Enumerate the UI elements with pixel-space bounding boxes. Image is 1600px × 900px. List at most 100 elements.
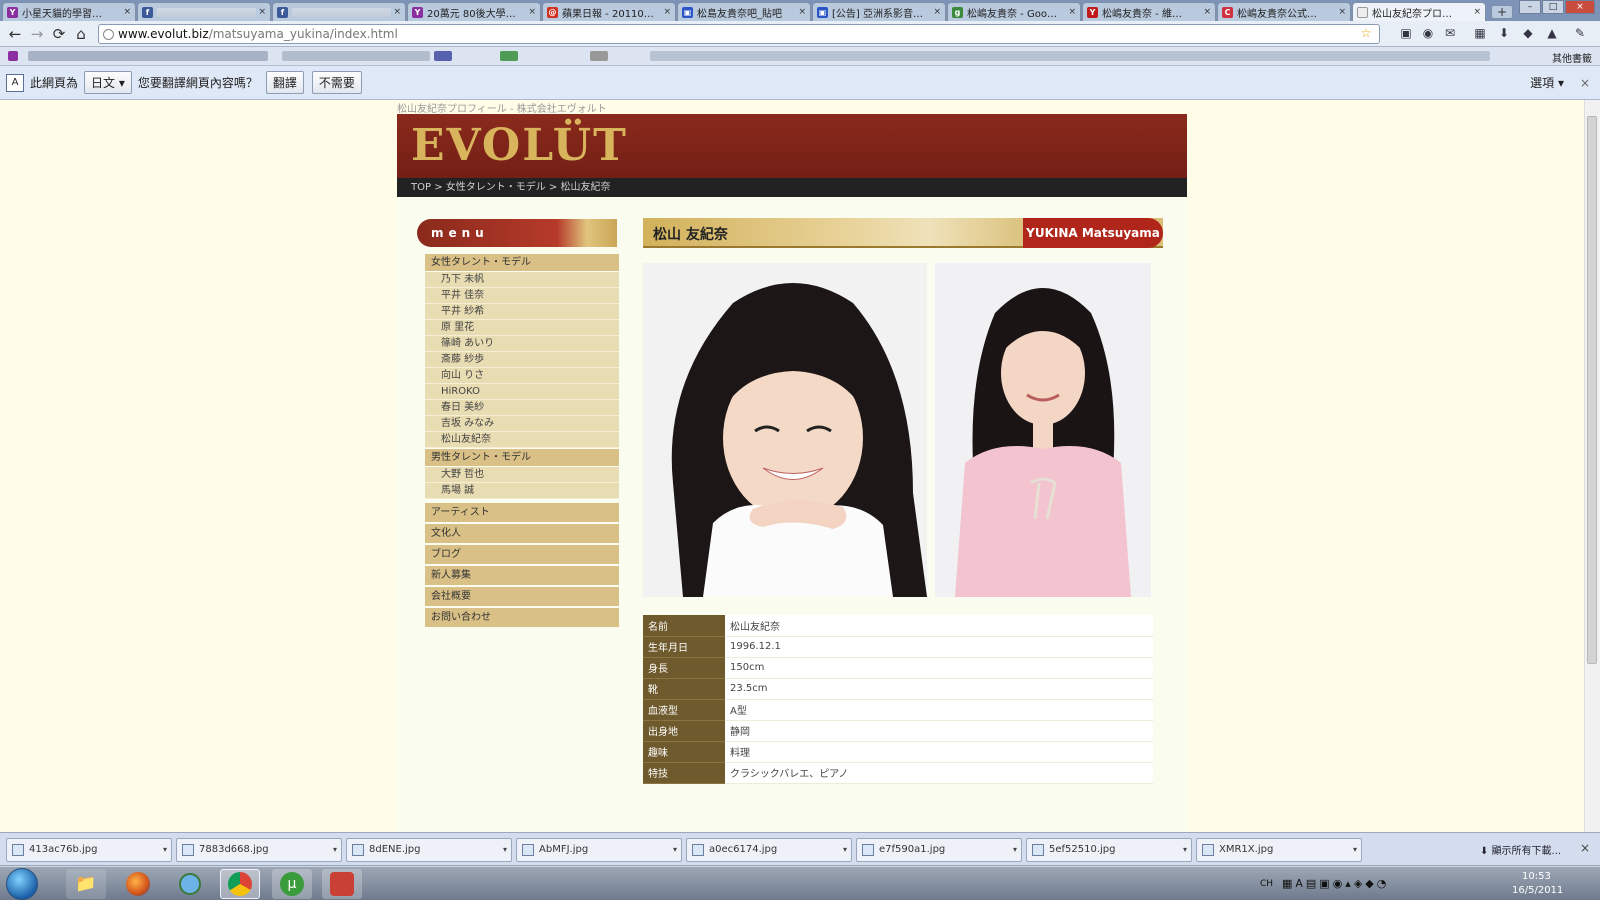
browser-tab[interactable]: ▣ 松島友貴奈吧_貼吧 ×	[677, 2, 811, 21]
close-tab-icon[interactable]: ×	[1068, 7, 1076, 17]
menu-item-talent[interactable]: 春日 美紗	[425, 400, 619, 416]
menu-item-talent[interactable]: 向山 りさ	[425, 368, 619, 384]
menu-item-talent[interactable]: 吉坂 みなみ	[425, 416, 619, 432]
close-tab-icon[interactable]: ×	[933, 7, 941, 17]
ime-indicator[interactable]: CH	[1260, 879, 1273, 889]
bookmark-item[interactable]	[650, 51, 1490, 61]
extension-icon[interactable]: ◆	[1520, 25, 1536, 41]
menu-item-talent[interactable]: 斎藤 紗歩	[425, 352, 619, 368]
chevron-down-icon[interactable]: ▾	[1013, 839, 1017, 861]
chevron-down-icon[interactable]: ▾	[843, 839, 847, 861]
browser-tab[interactable]: g 松嶋友貴奈 - Goo… ×	[947, 2, 1081, 21]
new-tab-button[interactable]: +	[1491, 5, 1513, 19]
chevron-down-icon[interactable]: ▾	[1353, 839, 1357, 861]
wrench-icon[interactable]: ✎	[1572, 25, 1588, 41]
translate-extension-icon[interactable]: ▣	[1398, 25, 1414, 41]
bookmark-star-icon[interactable]: ☆	[1358, 25, 1374, 41]
download-item[interactable]: a0ec6174.jpg ▾	[686, 838, 852, 862]
extension-icon[interactable]: ◉	[1420, 25, 1436, 41]
translate-button[interactable]: 翻譯	[265, 71, 304, 94]
close-tab-icon[interactable]: ×	[663, 7, 671, 17]
close-tab-icon[interactable]: ×	[1473, 7, 1481, 17]
browser-tab[interactable]: Y 松嶋友貴奈 - 維… ×	[1082, 2, 1216, 21]
download-item[interactable]: 5ef52510.jpg ▾	[1026, 838, 1192, 862]
clock-date[interactable]: 16/5/2011	[1512, 885, 1563, 896]
download-icon[interactable]: ⬇	[1496, 25, 1512, 41]
menu-item-talent[interactable]: 馬場 誠	[425, 483, 619, 499]
browser-tab[interactable]: f ×	[272, 2, 406, 21]
menu-link[interactable]: 会社概要	[425, 587, 619, 606]
explorer-icon[interactable]: 📁	[66, 869, 106, 899]
translate-options-menu[interactable]: 選項 ▾	[1530, 74, 1564, 91]
browser-tab[interactable]: 松山友紀奈プロ… ×	[1352, 2, 1486, 21]
download-item[interactable]: 8dENE.jpg ▾	[346, 838, 512, 862]
extension-icon[interactable]: ▲	[1544, 25, 1560, 41]
other-bookmarks[interactable]: 其他書籤	[1552, 50, 1592, 65]
browser-tab[interactable]: ▣ [公告] 亞洲系影音… ×	[812, 2, 946, 21]
menu-item-talent[interactable]: 平井 佳奈	[425, 288, 619, 304]
address-bar[interactable]: www.evolut.biz/matsuyama_yukina/index.ht…	[98, 24, 1380, 44]
start-button[interactable]	[6, 868, 38, 900]
reload-icon[interactable]: ⟳	[50, 25, 68, 43]
close-tab-icon[interactable]: ×	[528, 7, 536, 17]
utorrent-icon[interactable]: µ	[272, 869, 312, 899]
browser-tab[interactable]: f ×	[137, 2, 271, 21]
home-icon[interactable]: ⌂	[72, 25, 90, 43]
close-tab-icon[interactable]: ×	[123, 7, 131, 17]
network-app-icon[interactable]	[170, 869, 210, 899]
chrome-icon[interactable]	[220, 869, 260, 899]
close-tab-icon[interactable]: ×	[1338, 7, 1346, 17]
bookmark-item[interactable]	[8, 51, 18, 61]
bookmark-item[interactable]	[590, 51, 608, 61]
back-icon[interactable]: ←	[6, 25, 24, 43]
menu-item-talent[interactable]: 大野 哲也	[425, 467, 619, 483]
close-tab-icon[interactable]: ×	[393, 7, 401, 17]
bookmark-item[interactable]	[434, 51, 452, 61]
menu-item-talent[interactable]: 平井 紗希	[425, 304, 619, 320]
language-select[interactable]: 日文 ▾	[84, 71, 132, 94]
chevron-down-icon[interactable]: ▾	[673, 839, 677, 861]
close-tab-icon[interactable]: ×	[258, 7, 266, 17]
close-window-button[interactable]: ×	[1565, 0, 1595, 14]
download-item[interactable]: AbMFJ.jpg ▾	[516, 838, 682, 862]
browser-tab[interactable]: Y 20萬元 80後大學… ×	[407, 2, 541, 21]
menu-link[interactable]: アーティスト	[425, 503, 619, 522]
menu-item-talent[interactable]: 篠崎 あいり	[425, 336, 619, 352]
firefox-icon[interactable]	[118, 869, 158, 899]
minimize-button[interactable]: –	[1519, 0, 1541, 14]
clock-time[interactable]: 10:53	[1522, 871, 1551, 882]
menu-item-talent[interactable]: 松山友紀奈	[425, 432, 619, 448]
tray-icons[interactable]: ▦A▤▣◉▴◈◆◔	[1282, 877, 1389, 890]
chevron-down-icon[interactable]: ▾	[163, 839, 167, 861]
bookmark-item[interactable]	[500, 51, 518, 61]
browser-tab[interactable]: @ 蘋果日報 - 20110… ×	[542, 2, 676, 21]
breadcrumb[interactable]: TOP > 女性タレント・モデル > 松山友紀奈	[397, 178, 1187, 197]
scrollbar-thumb[interactable]	[1587, 116, 1597, 664]
page-info-icon[interactable]	[103, 28, 114, 40]
bookmark-item[interactable]	[282, 51, 430, 61]
decline-translate-button[interactable]: 不需要	[311, 71, 362, 94]
close-download-shelf-icon[interactable]: ×	[1580, 841, 1590, 855]
chevron-down-icon[interactable]: ▾	[1183, 839, 1187, 861]
menu-item-talent[interactable]: HiROKO	[425, 384, 619, 400]
extension-icon[interactable]: ▦	[1472, 25, 1488, 41]
maximize-button[interactable]: □	[1542, 0, 1564, 14]
media-app-icon[interactable]	[322, 869, 362, 899]
download-item[interactable]: XMR1X.jpg ▾	[1196, 838, 1362, 862]
menu-item-talent[interactable]: 乃下 未帆	[425, 272, 619, 288]
close-tab-icon[interactable]: ×	[798, 7, 806, 17]
chevron-down-icon[interactable]: ▾	[503, 839, 507, 861]
browser-tab[interactable]: C 松嶋友貴奈公式… ×	[1217, 2, 1351, 21]
menu-category-female-talent[interactable]: 女性タレント・モデル	[425, 254, 619, 271]
evolut-logo[interactable]: EVOLÜT	[411, 120, 628, 171]
menu-link[interactable]: ブログ	[425, 545, 619, 564]
show-all-downloads-link[interactable]: ⬇ 顯示所有下載...	[1480, 842, 1561, 857]
forward-icon[interactable]: →	[28, 25, 46, 43]
browser-tab[interactable]: Y 小星天貓的學習… ×	[2, 2, 136, 21]
menu-item-talent[interactable]: 原 里花	[425, 320, 619, 336]
chevron-down-icon[interactable]: ▾	[333, 839, 337, 861]
menu-link[interactable]: 新人募集	[425, 566, 619, 585]
bookmark-item[interactable]	[28, 51, 268, 61]
download-item[interactable]: 7883d668.jpg ▾	[176, 838, 342, 862]
menu-category-male-talent[interactable]: 男性タレント・モデル	[425, 449, 619, 466]
